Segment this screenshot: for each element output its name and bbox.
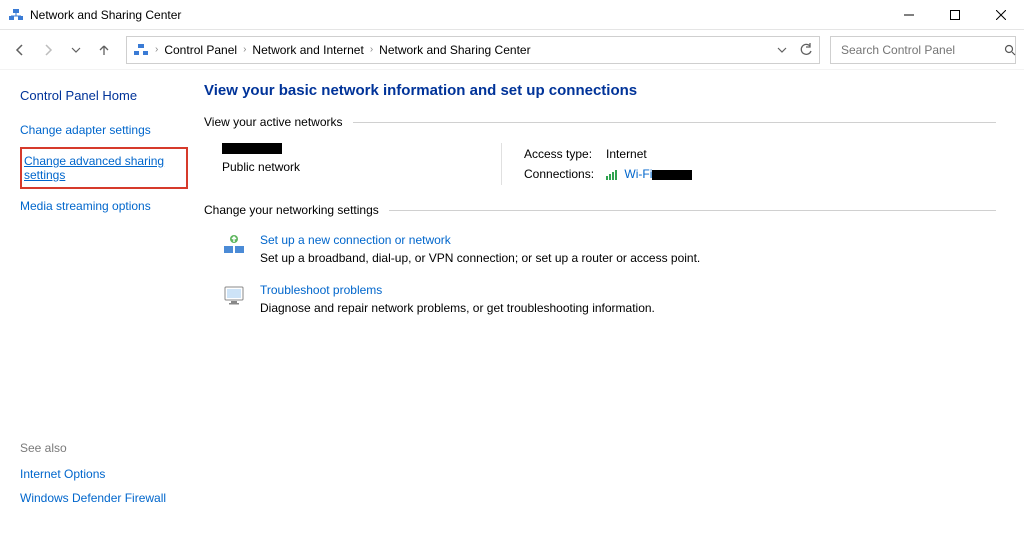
setup-connection-desc: Set up a broadband, dial-up, or VPN conn… (260, 251, 700, 265)
network-identity: Public network (222, 143, 502, 185)
recent-dropdown[interactable] (64, 38, 88, 62)
change-settings-header: Change your networking settings (204, 203, 996, 217)
app-icon (8, 7, 24, 23)
chevron-right-icon: › (243, 44, 246, 55)
internet-options-link[interactable]: Internet Options (20, 467, 188, 481)
main-panel: View your basic network information and … (200, 70, 1024, 535)
divider (353, 122, 996, 123)
access-type-label: Access type: (524, 145, 604, 163)
active-networks-label: View your active networks (204, 115, 343, 129)
window-controls (886, 0, 1024, 29)
chevron-right-icon: › (155, 44, 158, 55)
troubleshoot-desc: Diagnose and repair network problems, or… (260, 301, 655, 315)
troubleshoot-link[interactable]: Troubleshoot problems (260, 283, 655, 297)
media-streaming-link[interactable]: Media streaming options (20, 199, 188, 213)
network-name-redacted (222, 143, 282, 154)
address-bar[interactable]: › Control Panel › Network and Internet ›… (126, 36, 820, 64)
window-titlebar: Network and Sharing Center (0, 0, 1024, 30)
change-advanced-sharing-link[interactable]: Change advanced sharing settings (20, 147, 188, 189)
access-type-value: Internet (606, 145, 702, 163)
divider (389, 210, 996, 211)
forward-button[interactable] (36, 38, 60, 62)
active-network-block: Public network Access type: Internet Con… (204, 139, 996, 203)
windows-firewall-link[interactable]: Windows Defender Firewall (20, 491, 188, 505)
maximize-button[interactable] (932, 0, 978, 29)
connection-link[interactable]: Wi-Fi (624, 167, 652, 181)
see-also-label: See also (20, 441, 188, 455)
setup-connection-icon (222, 233, 246, 257)
breadcrumb-control-panel[interactable]: Control Panel (164, 43, 237, 57)
wifi-signal-icon (606, 170, 617, 180)
close-button[interactable] (978, 0, 1024, 29)
minimize-button[interactable] (886, 0, 932, 29)
search-box[interactable] (830, 36, 1016, 64)
refresh-button[interactable] (799, 43, 813, 57)
control-panel-home-link[interactable]: Control Panel Home (20, 88, 188, 103)
back-button[interactable] (8, 38, 32, 62)
change-adapter-link[interactable]: Change adapter settings (20, 123, 188, 137)
sidebar: Control Panel Home Change adapter settin… (0, 70, 200, 535)
window-title: Network and Sharing Center (30, 8, 181, 22)
setup-connection-link[interactable]: Set up a new connection or network (260, 233, 700, 247)
navigation-bar: › Control Panel › Network and Internet ›… (0, 30, 1024, 70)
change-settings-label: Change your networking settings (204, 203, 379, 217)
see-also-section: See also Internet Options Windows Defend… (20, 441, 188, 515)
troubleshoot-item: Troubleshoot problems Diagnose and repai… (204, 277, 996, 327)
connections-label: Connections: (524, 165, 604, 183)
chevron-right-icon: › (370, 44, 373, 55)
network-type: Public network (222, 160, 481, 174)
connection-name: Wi-Fi (624, 167, 652, 181)
breadcrumb-network-internet[interactable]: Network and Internet (252, 43, 363, 57)
connection-ssid-redacted (652, 170, 692, 180)
content-area: Control Panel Home Change adapter settin… (0, 70, 1024, 535)
troubleshoot-icon (222, 283, 246, 307)
network-details: Access type: Internet Connections: Wi-Fi (502, 143, 704, 185)
page-title: View your basic network information and … (204, 82, 996, 99)
up-button[interactable] (92, 38, 116, 62)
search-icon[interactable] (1004, 44, 1016, 56)
breadcrumb-network-sharing[interactable]: Network and Sharing Center (379, 43, 530, 57)
search-input[interactable] (839, 42, 998, 58)
address-icon (133, 42, 149, 58)
address-dropdown-icon[interactable] (777, 45, 787, 55)
active-networks-header: View your active networks (204, 115, 996, 129)
setup-connection-item: Set up a new connection or network Set u… (204, 227, 996, 277)
